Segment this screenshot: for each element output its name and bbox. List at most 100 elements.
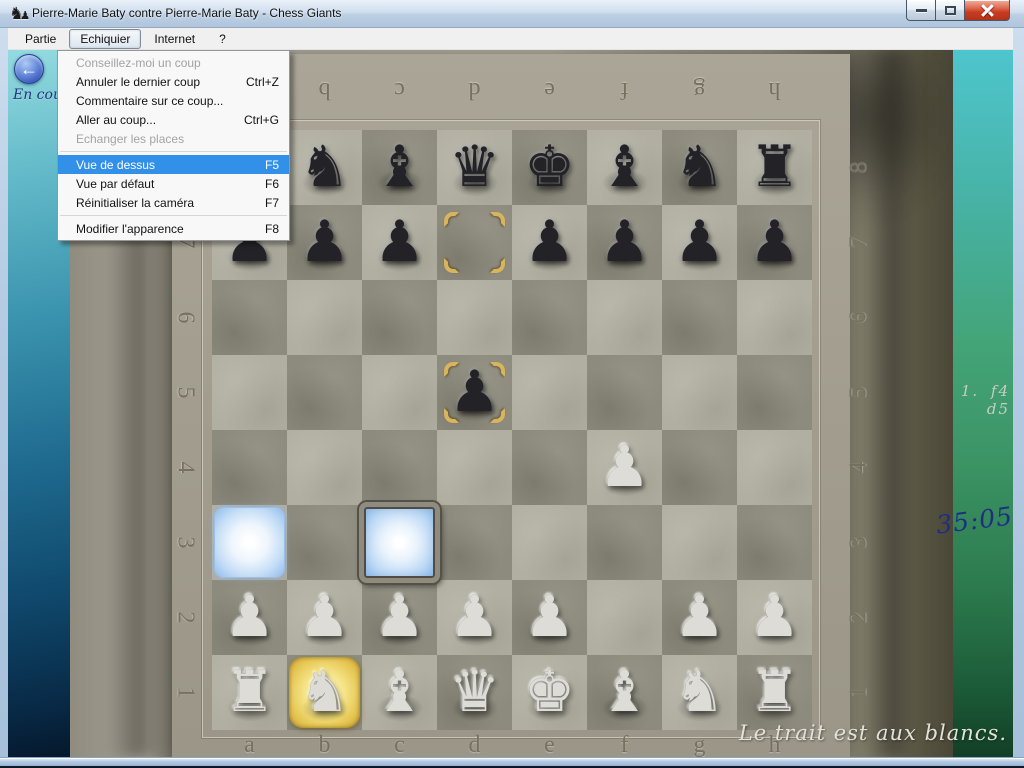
square-h3[interactable] (737, 505, 812, 580)
menubar-item-internet[interactable]: Internet (143, 29, 206, 49)
file-label-bottom-f: f (587, 732, 662, 757)
square-c5[interactable] (362, 355, 437, 430)
square-g4[interactable] (662, 430, 737, 505)
menu-separator (60, 215, 287, 216)
white-bishop-f1[interactable]: ♝ (587, 655, 662, 730)
caption-buttons (906, 0, 1010, 21)
back-button[interactable]: ← (14, 54, 44, 84)
menu-item[interactable]: Commentaire sur ce coup... (58, 91, 289, 110)
hovered-move-highlight-c3[interactable] (359, 502, 440, 583)
black-rook-h8[interactable]: ♜ (737, 130, 812, 205)
file-label-top-c: c (362, 76, 437, 103)
square-d6[interactable] (437, 280, 512, 355)
white-pawn-h2[interactable]: ♟ (737, 580, 812, 655)
maximize-button[interactable] (935, 0, 964, 21)
white-queen-d1[interactable]: ♛ (437, 655, 512, 730)
white-rook-h1[interactable]: ♜ (737, 655, 812, 730)
square-d3[interactable] (437, 505, 512, 580)
minimize-button[interactable] (906, 0, 935, 21)
square-b6[interactable] (287, 280, 362, 355)
menu-item-label: Modifier l'apparence (76, 222, 251, 236)
black-bishop-c8[interactable]: ♝ (362, 130, 437, 205)
black-queen-d8[interactable]: ♛ (437, 130, 512, 205)
file-label-bottom-a: a (212, 732, 287, 757)
menubar-item-?[interactable]: ? (208, 29, 237, 49)
black-pawn-f7[interactable]: ♟ (587, 205, 662, 280)
black-pawn-g7[interactable]: ♟ (662, 205, 737, 280)
square-a5[interactable] (212, 355, 287, 430)
file-label-bottom-b: b (287, 732, 362, 757)
black-bishop-f8[interactable]: ♝ (587, 130, 662, 205)
white-pawn-c2[interactable]: ♟ (362, 580, 437, 655)
black-pawn-e7[interactable]: ♟ (512, 205, 587, 280)
black-pawn-d5[interactable]: ♟ (437, 355, 512, 430)
file-label-top-d: d (437, 76, 512, 103)
menu-item-label: Annuler le dernier coup (76, 75, 232, 89)
move-hint-highlight-a3[interactable] (214, 507, 285, 578)
knight-icon: ♞ (674, 130, 725, 205)
square-e6[interactable] (512, 280, 587, 355)
menu-item-shortcut: F6 (265, 177, 279, 191)
menu-item[interactable]: Modifier l'apparence F8 (58, 219, 289, 238)
black-knight-b8[interactable]: ♞ (287, 130, 362, 205)
pawn-icon: ♟ (374, 205, 425, 280)
square-g5[interactable] (662, 355, 737, 430)
black-king-e8[interactable]: ♚ (512, 130, 587, 205)
square-g3[interactable] (662, 505, 737, 580)
white-king-e1[interactable]: ♚ (512, 655, 587, 730)
menu-item[interactable]: Vue de dessusF5 (58, 155, 289, 174)
menu-item[interactable]: Réinitialiser la caméraF7 (58, 193, 289, 212)
white-pawn-g2[interactable]: ♟ (662, 580, 737, 655)
black-pawn-b7[interactable]: ♟ (287, 205, 362, 280)
square-h5[interactable] (737, 355, 812, 430)
square-f3[interactable] (587, 505, 662, 580)
square-a6[interactable] (212, 280, 287, 355)
menu-item[interactable]: Conseillez-moi un coup (58, 53, 289, 72)
black-pawn-h7[interactable]: ♟ (737, 205, 812, 280)
square-g6[interactable] (662, 280, 737, 355)
last-move-from-marker-d7[interactable] (437, 205, 512, 280)
menubar-item-echiquier[interactable]: Echiquier (69, 29, 141, 49)
white-pawn-d2[interactable]: ♟ (437, 580, 512, 655)
square-e5[interactable] (512, 355, 587, 430)
square-a4[interactable] (212, 430, 287, 505)
white-pawn-f4[interactable]: ♟ (587, 430, 662, 505)
square-e4[interactable] (512, 430, 587, 505)
menubar-item-partie[interactable]: Partie (14, 29, 67, 49)
square-f5[interactable] (587, 355, 662, 430)
black-pawn-c7[interactable]: ♟ (362, 205, 437, 280)
white-knight-g1[interactable]: ♞ (662, 655, 737, 730)
menu-item-shortcut: Ctrl+G (244, 113, 279, 127)
square-d4[interactable] (437, 430, 512, 505)
square-b3[interactable] (287, 505, 362, 580)
black-knight-g8[interactable]: ♞ (662, 130, 737, 205)
white-pawn-e2[interactable]: ♟ (512, 580, 587, 655)
file-label-bottom-g: g (662, 732, 737, 757)
square-c6[interactable] (362, 280, 437, 355)
app-icon: ♞♟ (9, 4, 30, 24)
bishop-icon: ♝ (599, 655, 650, 730)
square-b4[interactable] (287, 430, 362, 505)
white-knight-b1[interactable]: ♞ (287, 655, 362, 730)
white-pawn-b2[interactable]: ♟ (287, 580, 362, 655)
pawn-icon: ♟ (599, 205, 650, 280)
echiquier-menu: Conseillez-moi un coupAnnuler le dernier… (57, 50, 290, 241)
square-b5[interactable] (287, 355, 362, 430)
square-h6[interactable] (737, 280, 812, 355)
file-label-top-h: h (737, 76, 812, 103)
white-rook-a1[interactable]: ♜ (212, 655, 287, 730)
menu-item-shortcut: F8 (265, 222, 279, 236)
rook-icon: ♜ (224, 655, 275, 730)
white-pawn-a2[interactable]: ♟ (212, 580, 287, 655)
menu-item[interactable]: Annuler le dernier coupCtrl+Z (58, 72, 289, 91)
square-c4[interactable] (362, 430, 437, 505)
square-f2[interactable] (587, 580, 662, 655)
menu-item[interactable]: Aller au coup...Ctrl+G (58, 110, 289, 129)
close-button[interactable] (964, 0, 1010, 21)
white-bishop-c1[interactable]: ♝ (362, 655, 437, 730)
menu-item[interactable]: Echanger les places (58, 129, 289, 148)
menu-item[interactable]: Vue par défautF6 (58, 174, 289, 193)
square-f6[interactable] (587, 280, 662, 355)
square-e3[interactable] (512, 505, 587, 580)
square-h4[interactable] (737, 430, 812, 505)
